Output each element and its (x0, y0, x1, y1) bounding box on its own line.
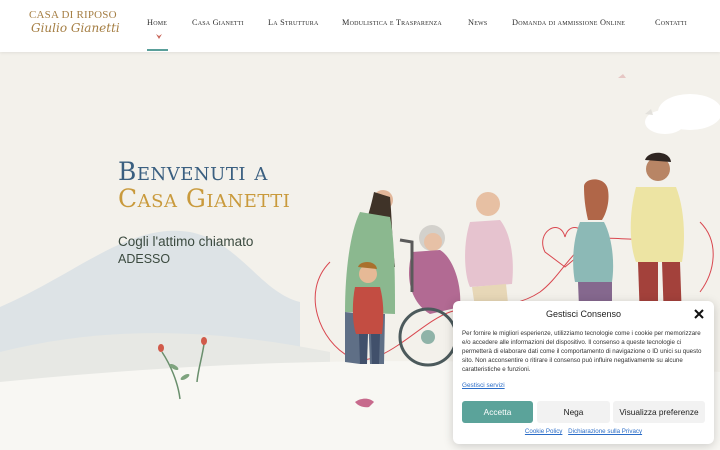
hero-subtitle-adesso: ADESSO (118, 252, 171, 266)
manage-services-link[interactable]: Gestisci servizi (462, 382, 505, 389)
main-nav: Home Casa Gianetti La Struttura Modulist… (0, 0, 720, 52)
nav-active-underline (147, 49, 168, 51)
cookie-title: Gestisci Consenso (545, 309, 622, 319)
nav-contatti[interactable]: Contatti (655, 18, 687, 27)
privacy-link[interactable]: Dichiarazione sulla Privacy (568, 428, 642, 435)
nav-modulistica[interactable]: Modulistica e Trasparenza (342, 18, 442, 27)
leaf-icon (156, 34, 162, 39)
hero-title-line1: Benvenuti a (118, 157, 268, 186)
site-header: CASA DI RIPOSO Giulio Gianetti Home Casa… (0, 0, 720, 52)
hero-title-line2: Casa Gianetti (118, 184, 291, 213)
cookie-policy-link[interactable]: Cookie Policy (525, 428, 563, 435)
nav-home[interactable]: Home (147, 18, 167, 27)
nav-domanda-ammissione[interactable]: Domanda di ammissione Online (512, 18, 625, 27)
cookie-footer-links: Cookie Policy Dichiarazione sulla Privac… (453, 428, 714, 435)
deny-button[interactable]: Nega (537, 401, 610, 423)
nav-la-struttura[interactable]: La Struttura (268, 18, 319, 27)
hero-title: Benvenuti a Casa Gianetti (118, 158, 290, 212)
accept-button[interactable]: Accetta (462, 401, 533, 423)
hero-subtitle: Cogli l'attimo chiamato (118, 234, 254, 249)
cookie-consent-panel: Gestisci Consenso Per fornire le miglior… (453, 301, 714, 444)
close-icon[interactable] (693, 308, 705, 320)
nav-news[interactable]: News (468, 18, 487, 27)
preferences-button[interactable]: Visualizza preferenze (613, 401, 705, 423)
nav-casa-gianetti[interactable]: Casa Gianetti (192, 18, 244, 27)
cookie-body: Per fornire le migliori esperienze, util… (462, 330, 702, 374)
figure-man (630, 152, 684, 320)
